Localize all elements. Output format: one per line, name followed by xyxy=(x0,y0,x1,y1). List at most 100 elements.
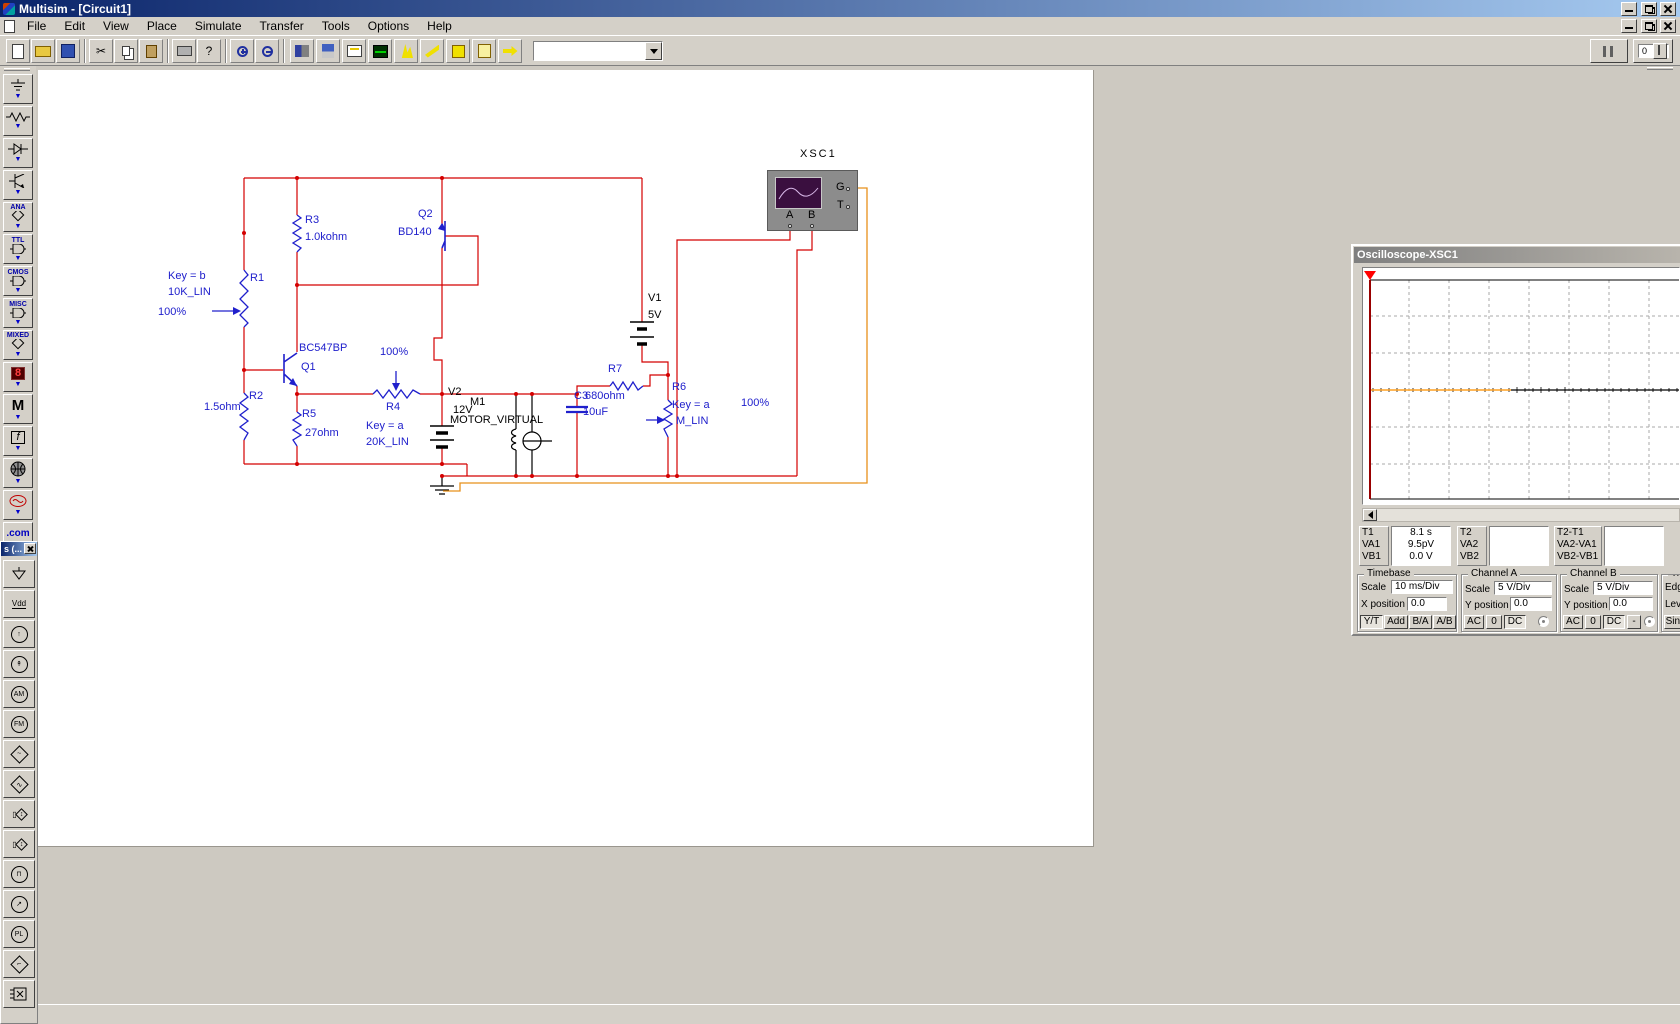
xsc1-label[interactable]: XSC1 xyxy=(800,148,837,160)
channel-a-ac-button[interactable]: AC xyxy=(1464,615,1484,629)
q2-name[interactable]: Q2 xyxy=(418,208,433,220)
save-icon[interactable] xyxy=(56,39,80,63)
channel-b-0-button[interactable]: 0 xyxy=(1585,615,1601,629)
pulse-current-source-icon[interactable]: ⊓ xyxy=(3,860,35,888)
zoom-in-icon[interactable] xyxy=(230,39,254,63)
dc-current-source-icon[interactable]: ↑ xyxy=(3,620,35,648)
menu-view[interactable]: View xyxy=(94,17,138,35)
channel-b-ypos-field[interactable]: 0.0 xyxy=(1609,597,1653,611)
in-use-list-combobox[interactable] xyxy=(533,41,663,61)
database-icon[interactable] xyxy=(316,39,340,63)
circuit-sheet[interactable]: A B G T XSC1 Q2 BD140 R3 1.0kohm Key = b… xyxy=(38,70,1094,847)
bus-strip-icon[interactable] xyxy=(3,980,35,1008)
fm-source-icon[interactable]: FM xyxy=(3,710,35,738)
channel-a-scale-field[interactable]: 5 V/Div xyxy=(1494,581,1552,595)
cut-icon[interactable]: ✂ xyxy=(89,39,113,63)
r4-model[interactable]: 20K_LIN xyxy=(366,436,409,448)
xsc1-oscilloscope-component[interactable]: A B G T xyxy=(767,170,858,231)
r4-percent[interactable]: 100% xyxy=(380,346,408,358)
copy-icon[interactable] xyxy=(114,39,138,63)
channel-b-ac-button[interactable]: AC xyxy=(1563,615,1583,629)
r4-name[interactable]: R4 xyxy=(386,401,400,413)
channel-a-0-button[interactable]: 0 xyxy=(1486,615,1502,629)
ab-button[interactable]: A/B xyxy=(1433,615,1456,629)
electromechanical-family-icon[interactable]: ▼ xyxy=(3,490,33,520)
help-icon[interactable]: ? xyxy=(197,39,221,63)
mixed-family-icon[interactable]: MIXED▼ xyxy=(3,330,33,360)
zoom-out-icon[interactable] xyxy=(255,39,279,63)
menu-place[interactable]: Place xyxy=(138,17,186,35)
yt-button[interactable]: Y/T xyxy=(1360,615,1383,629)
child-minimize-button[interactable] xyxy=(1621,19,1637,33)
m1-model[interactable]: MOTOR_VIRTUAL xyxy=(450,414,543,426)
channel-b-minus-button[interactable]: - xyxy=(1627,615,1641,629)
misc-family-icon[interactable]: M▼ xyxy=(3,394,33,424)
postprocessor-icon[interactable] xyxy=(420,39,444,63)
transistors-family-icon[interactable]: ▼ xyxy=(3,170,33,200)
q1-name[interactable]: Q1 xyxy=(301,361,316,373)
r2-name[interactable]: R2 xyxy=(249,390,263,402)
q1-model[interactable]: BC547BP xyxy=(299,342,347,354)
r1-key[interactable]: Key = b xyxy=(168,270,206,282)
scope-ground-wire[interactable] xyxy=(443,188,867,491)
analog-family-icon[interactable]: ANA▼ xyxy=(3,202,33,232)
transfer-icon[interactable] xyxy=(498,39,522,63)
menu-options[interactable]: Options xyxy=(359,17,418,35)
r1-model[interactable]: 10K_LIN xyxy=(168,286,211,298)
timebase-xpos-field[interactable]: 0.0 xyxy=(1407,597,1447,611)
menu-simulate[interactable]: Simulate xyxy=(186,17,251,35)
simulate-icon[interactable] xyxy=(368,39,392,63)
r3-value[interactable]: 1.0kohm xyxy=(305,231,347,243)
title-bar[interactable]: Multisim - [Circuit1] xyxy=(0,0,1680,17)
ac-current-source-icon[interactable]: ↟ xyxy=(3,650,35,678)
ba-button[interactable]: B/A xyxy=(1409,615,1432,629)
xsc1-terminal-g[interactable] xyxy=(846,187,850,191)
oscilloscope-scrollbar[interactable] xyxy=(1362,508,1680,522)
diodes-family-icon[interactable]: ▼ xyxy=(3,138,33,168)
controlled-current-source-icon[interactable]: ∿ xyxy=(3,770,35,798)
oscilloscope-titlebar[interactable]: Oscilloscope-XSC1 xyxy=(1354,247,1680,263)
r7-value[interactable]: 680ohm xyxy=(585,390,625,402)
close-button[interactable] xyxy=(1660,2,1676,16)
r2-value[interactable]: 1.5ohm xyxy=(204,401,241,413)
channel-b-scale-field[interactable]: 5 V/Div xyxy=(1593,581,1653,595)
sources-family-icon[interactable]: ▼ xyxy=(3,74,33,104)
trigger-sing-button[interactable]: Sing. xyxy=(1664,615,1680,629)
place-component-icon[interactable] xyxy=(290,39,314,63)
child-close-button[interactable] xyxy=(1660,19,1676,33)
document-icon[interactable] xyxy=(4,20,15,33)
restore-button[interactable] xyxy=(1641,2,1657,16)
analysis-icon[interactable] xyxy=(394,39,418,63)
c3-value[interactable]: 10uF xyxy=(583,406,608,418)
reports-icon[interactable] xyxy=(472,39,496,63)
scrollbar-left-icon[interactable] xyxy=(1363,509,1377,521)
combobox-dropdown-icon[interactable] xyxy=(645,42,662,60)
piecewise-linear-source-icon[interactable]: PL xyxy=(3,920,35,948)
r5-value[interactable]: 27ohm xyxy=(305,427,339,439)
xsc1-terminal-t[interactable] xyxy=(846,205,850,209)
palette-close-icon[interactable] xyxy=(24,543,36,554)
channel-a-dc-button[interactable]: DC xyxy=(1504,615,1526,629)
r1-percent[interactable]: 100% xyxy=(158,306,186,318)
channel-b-dc-button[interactable]: DC xyxy=(1603,615,1625,629)
menu-file[interactable]: File xyxy=(18,17,55,35)
indicators-family-icon[interactable]: 8▼ xyxy=(3,362,33,392)
pause-simulation-button[interactable] xyxy=(1590,39,1628,63)
vdd-source-icon[interactable]: Vdd xyxy=(3,590,35,618)
ground-source-icon[interactable] xyxy=(3,560,35,588)
v1-name[interactable]: V1 xyxy=(648,292,661,304)
r5-name[interactable]: R5 xyxy=(302,408,316,420)
m1-name[interactable]: M1 xyxy=(470,396,485,408)
ttl-family-icon[interactable]: TTL▼ xyxy=(3,234,33,264)
am-source-icon[interactable]: AM xyxy=(3,680,35,708)
r6-name[interactable]: R6 xyxy=(672,381,686,393)
add-button[interactable]: Add xyxy=(1384,615,1408,629)
menu-transfer[interactable]: Transfer xyxy=(251,17,313,35)
controlled-voltage-source-icon[interactable]: ~ xyxy=(3,740,35,768)
basic-family-icon[interactable]: ▼ xyxy=(3,106,33,136)
child-restore-button[interactable] xyxy=(1641,19,1657,33)
current-controlled-source-icon[interactable]: ▯↕ xyxy=(3,830,35,858)
r6-percent[interactable]: 100% xyxy=(741,397,769,409)
r1-name[interactable]: R1 xyxy=(250,272,264,284)
xsc1-terminal-b[interactable] xyxy=(810,224,814,228)
